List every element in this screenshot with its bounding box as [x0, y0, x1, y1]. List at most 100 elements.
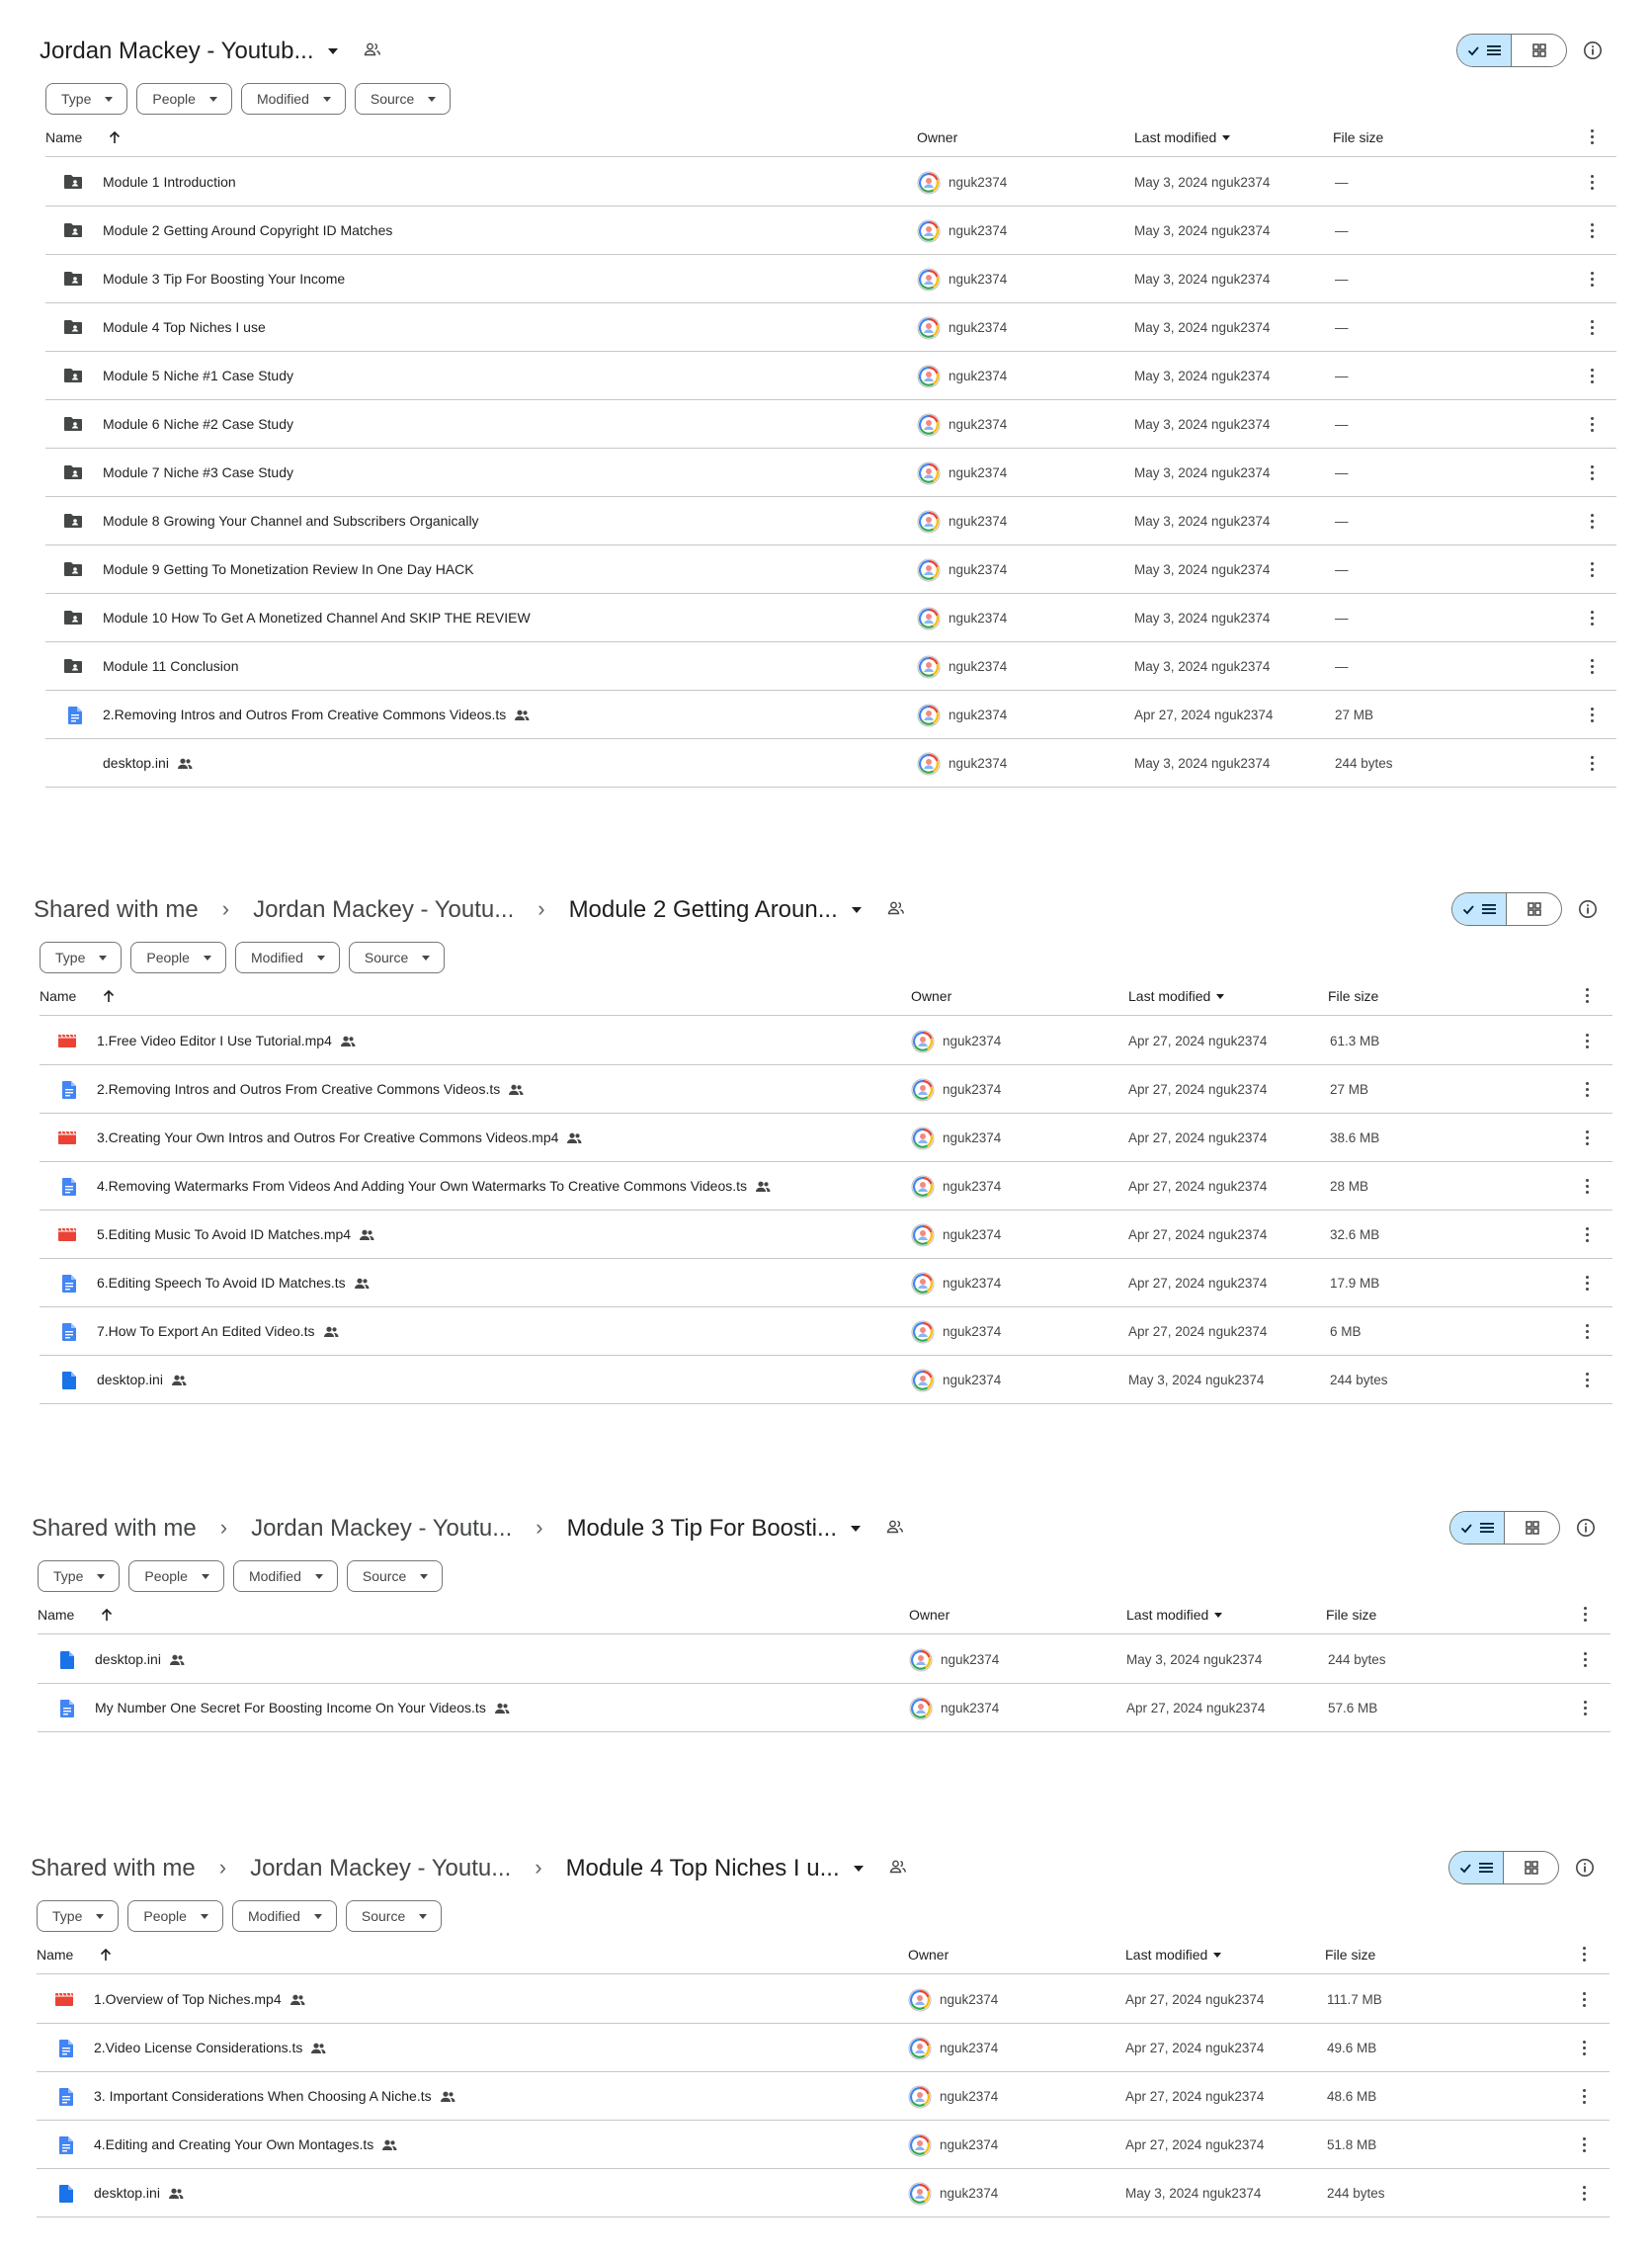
- caret-down-icon[interactable]: [851, 1526, 862, 1532]
- more-actions-icon[interactable]: [1585, 1130, 1589, 1146]
- breadcrumb-item[interactable]: Shared with me: [32, 1515, 197, 1543]
- filter-people-chip[interactable]: People: [130, 942, 226, 973]
- table-row[interactable]: 1.Overview of Top Niches.mp4 nguk2374 Apr …: [37, 1975, 1610, 2024]
- caret-down-icon[interactable]: [853, 1866, 864, 1872]
- filter-type-chip[interactable]: Type: [38, 1560, 121, 1592]
- more-actions-icon[interactable]: [1582, 1992, 1586, 2008]
- column-owner[interactable]: Owner: [917, 129, 957, 145]
- table-row[interactable]: Module 3 Tip For Boosting Your Income ngu…: [45, 255, 1616, 303]
- table-row[interactable]: 4.Removing Watermarks From Videos And Ad…: [40, 1162, 1612, 1211]
- grid-view-button[interactable]: [1504, 1852, 1558, 1883]
- more-actions-icon[interactable]: [1585, 1227, 1589, 1243]
- column-options-icon[interactable]: [1583, 1607, 1587, 1623]
- more-actions-icon[interactable]: [1590, 659, 1594, 675]
- caret-down-icon[interactable]: [327, 48, 338, 54]
- table-row[interactable]: 7.How To Export An Edited Video.ts nguk23…: [40, 1307, 1612, 1356]
- sort-ascending-icon[interactable]: [107, 129, 123, 145]
- filter-people-chip[interactable]: People: [127, 1900, 223, 1932]
- column-last-modified[interactable]: Last modified: [1134, 129, 1231, 145]
- filter-type-chip[interactable]: Type: [40, 942, 123, 973]
- info-icon[interactable]: [1577, 898, 1599, 920]
- column-name[interactable]: Name: [40, 988, 76, 1004]
- column-owner[interactable]: Owner: [911, 988, 951, 1004]
- grid-view-button[interactable]: [1505, 1512, 1559, 1544]
- column-options-icon[interactable]: [1585, 988, 1589, 1004]
- more-actions-icon[interactable]: [1590, 272, 1594, 288]
- more-actions-icon[interactable]: [1582, 2137, 1586, 2153]
- table-row[interactable]: Module 10 How To Get A Monetized Channel…: [45, 594, 1616, 642]
- table-row[interactable]: Module 1 Introduction nguk2374 May 3, 2024…: [45, 158, 1616, 207]
- more-actions-icon[interactable]: [1585, 1373, 1589, 1388]
- column-options-icon[interactable]: [1590, 129, 1594, 145]
- more-actions-icon[interactable]: [1590, 175, 1594, 191]
- table-row[interactable]: 5.Editing Music To Avoid ID Matches.mp4 n…: [40, 1211, 1612, 1259]
- more-actions-icon[interactable]: [1585, 1324, 1589, 1340]
- current-folder-title[interactable]: Module 3 Tip For Boosti...: [567, 1515, 837, 1543]
- more-actions-icon[interactable]: [1590, 465, 1594, 481]
- more-actions-icon[interactable]: [1585, 1082, 1589, 1098]
- more-actions-icon[interactable]: [1583, 1701, 1587, 1716]
- column-last-modified[interactable]: Last modified: [1126, 1607, 1223, 1623]
- breadcrumb-item[interactable]: Jordan Mackey - Youtu...: [251, 1515, 512, 1543]
- column-file-size[interactable]: File size: [1333, 129, 1383, 145]
- table-row[interactable]: Module 7 Niche #3 Case Study nguk2374 May …: [45, 449, 1616, 497]
- more-actions-icon[interactable]: [1585, 1034, 1589, 1049]
- table-row[interactable]: 3. Important Considerations When Choosin…: [37, 2072, 1610, 2121]
- filter-modified-chip[interactable]: Modified: [232, 1560, 338, 1592]
- filter-type-chip[interactable]: Type: [37, 1900, 120, 1932]
- grid-view-button[interactable]: [1507, 893, 1561, 925]
- column-last-modified[interactable]: Last modified: [1125, 1947, 1222, 1963]
- more-actions-icon[interactable]: [1582, 2186, 1586, 2202]
- filter-source-chip[interactable]: Source: [348, 942, 446, 973]
- table-row[interactable]: My Number One Secret For Boosting Income…: [38, 1684, 1611, 1732]
- column-options-icon[interactable]: [1582, 1947, 1586, 1963]
- table-row[interactable]: 1.Free Video Editor I Use Tutorial.mp4 ng…: [40, 1017, 1612, 1065]
- column-name[interactable]: Name: [45, 129, 82, 145]
- table-row[interactable]: desktop.ini nguk2374 May 3, 2024 nguk2374 2…: [37, 2169, 1610, 2217]
- filter-people-chip[interactable]: People: [136, 83, 232, 115]
- table-row[interactable]: 6.Editing Speech To Avoid ID Matches.ts n…: [40, 1259, 1612, 1307]
- more-actions-icon[interactable]: [1582, 2041, 1586, 2056]
- table-row[interactable]: Module 8 Growing Your Channel and Subscr…: [45, 497, 1616, 545]
- list-view-button[interactable]: [1457, 35, 1513, 66]
- filter-modified-chip[interactable]: Modified: [231, 1900, 337, 1932]
- filter-source-chip[interactable]: Source: [345, 1900, 443, 1932]
- filter-modified-chip[interactable]: Modified: [234, 942, 340, 973]
- table-row[interactable]: 4.Editing and Creating Your Own Montages…: [37, 2121, 1610, 2169]
- more-actions-icon[interactable]: [1590, 562, 1594, 578]
- filter-people-chip[interactable]: People: [128, 1560, 224, 1592]
- info-icon[interactable]: [1575, 1517, 1597, 1539]
- breadcrumb-item[interactable]: Jordan Mackey - Youtu...: [253, 896, 514, 924]
- more-actions-icon[interactable]: [1590, 417, 1594, 433]
- table-row[interactable]: 2.Removing Intros and Outros From Creati…: [40, 1065, 1612, 1114]
- more-actions-icon[interactable]: [1585, 1179, 1589, 1195]
- more-actions-icon[interactable]: [1585, 1276, 1589, 1292]
- table-row[interactable]: Module 6 Niche #2 Case Study nguk2374 May …: [45, 400, 1616, 449]
- filter-source-chip[interactable]: Source: [354, 83, 452, 115]
- grid-view-button[interactable]: [1512, 35, 1566, 66]
- column-name[interactable]: Name: [38, 1607, 74, 1623]
- table-row[interactable]: 2.Removing Intros and Outros From Creati…: [45, 691, 1616, 739]
- column-last-modified[interactable]: Last modified: [1128, 988, 1225, 1004]
- breadcrumb-item[interactable]: Shared with me: [34, 896, 199, 924]
- column-name[interactable]: Name: [37, 1947, 73, 1963]
- table-row[interactable]: Module 2 Getting Around Copyright ID Mat…: [45, 207, 1616, 255]
- caret-down-icon[interactable]: [851, 907, 862, 913]
- more-actions-icon[interactable]: [1590, 369, 1594, 384]
- more-actions-icon[interactable]: [1582, 2089, 1586, 2105]
- table-row[interactable]: Module 4 Top Niches I use nguk2374 May 3, …: [45, 303, 1616, 352]
- filter-modified-chip[interactable]: Modified: [240, 83, 346, 115]
- filter-type-chip[interactable]: Type: [45, 83, 128, 115]
- table-row[interactable]: desktop.ini nguk2374 May 3, 2024 nguk2374 2…: [45, 739, 1616, 788]
- table-row[interactable]: desktop.ini nguk2374 May 3, 2024 nguk2374 2…: [38, 1635, 1611, 1684]
- column-file-size[interactable]: File size: [1328, 988, 1378, 1004]
- info-icon[interactable]: [1574, 1857, 1596, 1879]
- sort-ascending-icon[interactable]: [98, 1947, 114, 1963]
- list-view-button[interactable]: [1452, 893, 1508, 925]
- column-owner[interactable]: Owner: [908, 1947, 949, 1963]
- table-row[interactable]: 3.Creating Your Own Intros and Outros Fo…: [40, 1114, 1612, 1162]
- column-owner[interactable]: Owner: [909, 1607, 950, 1623]
- table-row[interactable]: Module 11 Conclusion nguk2374 May 3, 2024 …: [45, 642, 1616, 691]
- more-actions-icon[interactable]: [1590, 708, 1594, 723]
- more-actions-icon[interactable]: [1590, 223, 1594, 239]
